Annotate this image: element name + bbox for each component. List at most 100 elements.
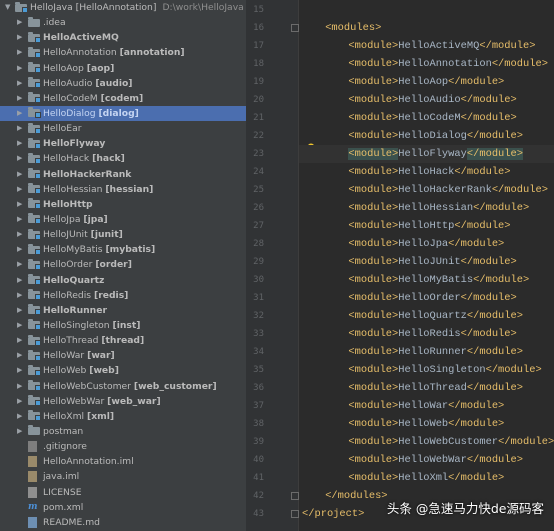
code-line[interactable]: <module>HelloRedis</module> [299,325,516,343]
chevron-right-icon[interactable]: ▶ [17,257,22,272]
code-editor[interactable]: <modules> <module>HelloActiveMQ</module> <… [299,0,554,531]
chevron-right-icon[interactable]: ▶ [17,379,22,394]
tree-item[interactable]: ▶ HelloWebCustomer [web_customer] [0,379,246,394]
tree-item[interactable]: ▶ HelloAudio [audio] [0,76,246,91]
tree-item[interactable]: ▶ HelloSingleton [inst] [0,318,246,333]
code-line[interactable]: <module>HelloHackerRank</module> [299,181,548,199]
chevron-right-icon[interactable]: ▶ [17,76,22,91]
code-line[interactable]: <module>HelloWebCustomer</module> [299,433,554,451]
code-line[interactable]: <module>HelloXml</module> [299,469,504,487]
tree-item[interactable]: ▶ HelloHackerRank [0,167,246,182]
code-line[interactable]: </modules> [299,487,387,505]
code-line[interactable]: <module>HelloAudio</module> [299,91,516,109]
code-line[interactable]: <module>HelloThread</module> [299,379,523,397]
code-line[interactable]: </project> [299,505,364,523]
tree-item[interactable]: ▶ HelloThread [thread] [0,333,246,348]
chevron-right-icon[interactable]: ▶ [17,333,22,348]
code-line[interactable]: <module>HelloHack</module> [299,163,510,181]
tree-root[interactable]: ▼ HelloJava [HelloAnnotation] D:\work\Hel… [0,0,246,15]
tree-item[interactable]: ▶ HelloRunner [0,303,246,318]
chevron-down-icon[interactable]: ▼ [5,0,10,15]
tree-item[interactable]: ▶ HelloAop [aop] [0,61,246,76]
tree-item[interactable]: ▶ HelloDialog [dialog] [0,105,246,122]
chevron-right-icon[interactable]: ▶ [17,242,22,257]
tree-item[interactable]: ▶ HelloAnnotation [annotation] [0,45,246,60]
fold-marker-icon[interactable] [291,492,299,500]
tree-item[interactable]: ▶ HelloMyBatis [mybatis] [0,242,246,257]
code-line[interactable]: <module>HelloHessian</module> [299,199,529,217]
tree-item[interactable]: ▶ HelloActiveMQ [0,30,246,45]
tree-item[interactable]: ▶ postman [0,424,246,439]
tree-item-name: HelloHessian [43,183,103,195]
tree-item[interactable]: m pom.xml [0,500,246,515]
code-line[interactable]: <module>HelloRunner</module> [299,343,523,361]
code-line[interactable]: <module>HelloJpa</module> [299,235,504,253]
tree-item[interactable]: ▶ HelloHessian [hessian] [0,182,246,197]
code-line[interactable]: <module>HelloWar</module> [299,397,504,415]
chevron-right-icon[interactable]: ▶ [17,151,22,166]
tree-item[interactable]: ▶ HelloCodeM [codem] [0,91,246,106]
code-line[interactable]: <module>HelloMyBatis</module> [299,271,529,289]
tree-item[interactable]: ▶ HelloRedis [redis] [0,288,246,303]
chevron-right-icon[interactable]: ▶ [17,121,22,136]
watermark: 头条 @急速马力快de源码客 [386,501,544,516]
chevron-right-icon[interactable]: ▶ [17,424,22,439]
chevron-right-icon[interactable]: ▶ [17,273,22,288]
tree-item[interactable]: ▶ HelloQuartz [0,273,246,288]
tree-item-label: HelloJpa [jpa] [43,212,108,227]
chevron-right-icon[interactable]: ▶ [17,61,22,76]
code-line[interactable]: <module>HelloDialog</module> [299,127,523,145]
chevron-right-icon[interactable]: ▶ [17,363,22,378]
tree-item[interactable]: ▶ HelloEar [0,121,246,136]
chevron-right-icon[interactable]: ▶ [17,212,22,227]
code-line[interactable]: <module>HelloWeb</module> [299,415,504,433]
tree-item[interactable]: ▶ HelloJUnit [junit] [0,227,246,242]
chevron-right-icon[interactable]: ▶ [17,182,22,197]
chevron-right-icon[interactable]: ▶ [17,106,22,121]
tree-item[interactable]: java.iml [0,469,246,484]
tree-item[interactable]: ▶ HelloJpa [jpa] [0,212,246,227]
tree-item[interactable]: .gitignore [0,439,246,454]
tree-item[interactable]: LICENSE [0,485,246,500]
tree-item[interactable]: ▶ HelloHack [hack] [0,151,246,166]
chevron-right-icon[interactable]: ▶ [17,303,22,318]
tree-item[interactable]: ▶ .idea [0,15,246,30]
fold-marker-icon[interactable] [291,24,299,32]
chevron-right-icon[interactable]: ▶ [17,167,22,182]
code-line[interactable]: <module>HelloFlyway</module> [299,144,554,163]
chevron-right-icon[interactable]: ▶ [17,30,22,45]
code-line[interactable]: <module>HelloAnnotation</module> [299,55,548,73]
chevron-right-icon[interactable]: ▶ [17,318,22,333]
code-line[interactable]: <module>HelloWebWar</module> [299,451,523,469]
code-line[interactable]: <module>HelloQuartz</module> [299,307,523,325]
tree-item[interactable]: ▶ HelloWeb [web] [0,363,246,378]
chevron-right-icon[interactable]: ▶ [17,409,22,424]
code-line[interactable]: <module>HelloCodeM</module> [299,109,516,127]
code-line[interactable]: <module>HelloJUnit</module> [299,253,516,271]
chevron-right-icon[interactable]: ▶ [17,15,22,30]
tree-item[interactable]: ▶ HelloHttp [0,197,246,212]
tree-item[interactable]: ▶ HelloXml [xml] [0,409,246,424]
chevron-right-icon[interactable]: ▶ [17,348,22,363]
tree-item[interactable]: ▶ HelloFlyway [0,136,246,151]
chevron-right-icon[interactable]: ▶ [17,136,22,151]
tree-item[interactable]: HelloAnnotation.iml [0,454,246,469]
chevron-right-icon[interactable]: ▶ [17,288,22,303]
code-line[interactable]: <module>HelloOrder</module> [299,289,516,307]
tree-item[interactable]: ▶ HelloWar [war] [0,348,246,363]
tree-item[interactable]: ▶ HelloWebWar [web_war] [0,394,246,409]
chevron-right-icon[interactable]: ▶ [17,45,22,60]
code-line[interactable]: <module>HelloSingleton</module> [299,361,541,379]
code-line[interactable]: <module>HelloHttp</module> [299,217,510,235]
chevron-right-icon[interactable]: ▶ [17,91,22,106]
code-line[interactable]: <modules> [299,19,381,37]
chevron-right-icon[interactable]: ▶ [17,394,22,409]
code-line[interactable]: <module>HelloAop</module> [299,73,504,91]
code-line[interactable]: <module>HelloActiveMQ</module> [299,37,535,55]
fold-marker-icon[interactable] [291,510,299,518]
tree-item[interactable]: ▶ HelloOrder [order] [0,257,246,272]
code-line[interactable] [299,1,302,19]
chevron-right-icon[interactable]: ▶ [17,197,22,212]
chevron-right-icon[interactable]: ▶ [17,227,22,242]
tree-item[interactable]: README.md [0,515,246,530]
